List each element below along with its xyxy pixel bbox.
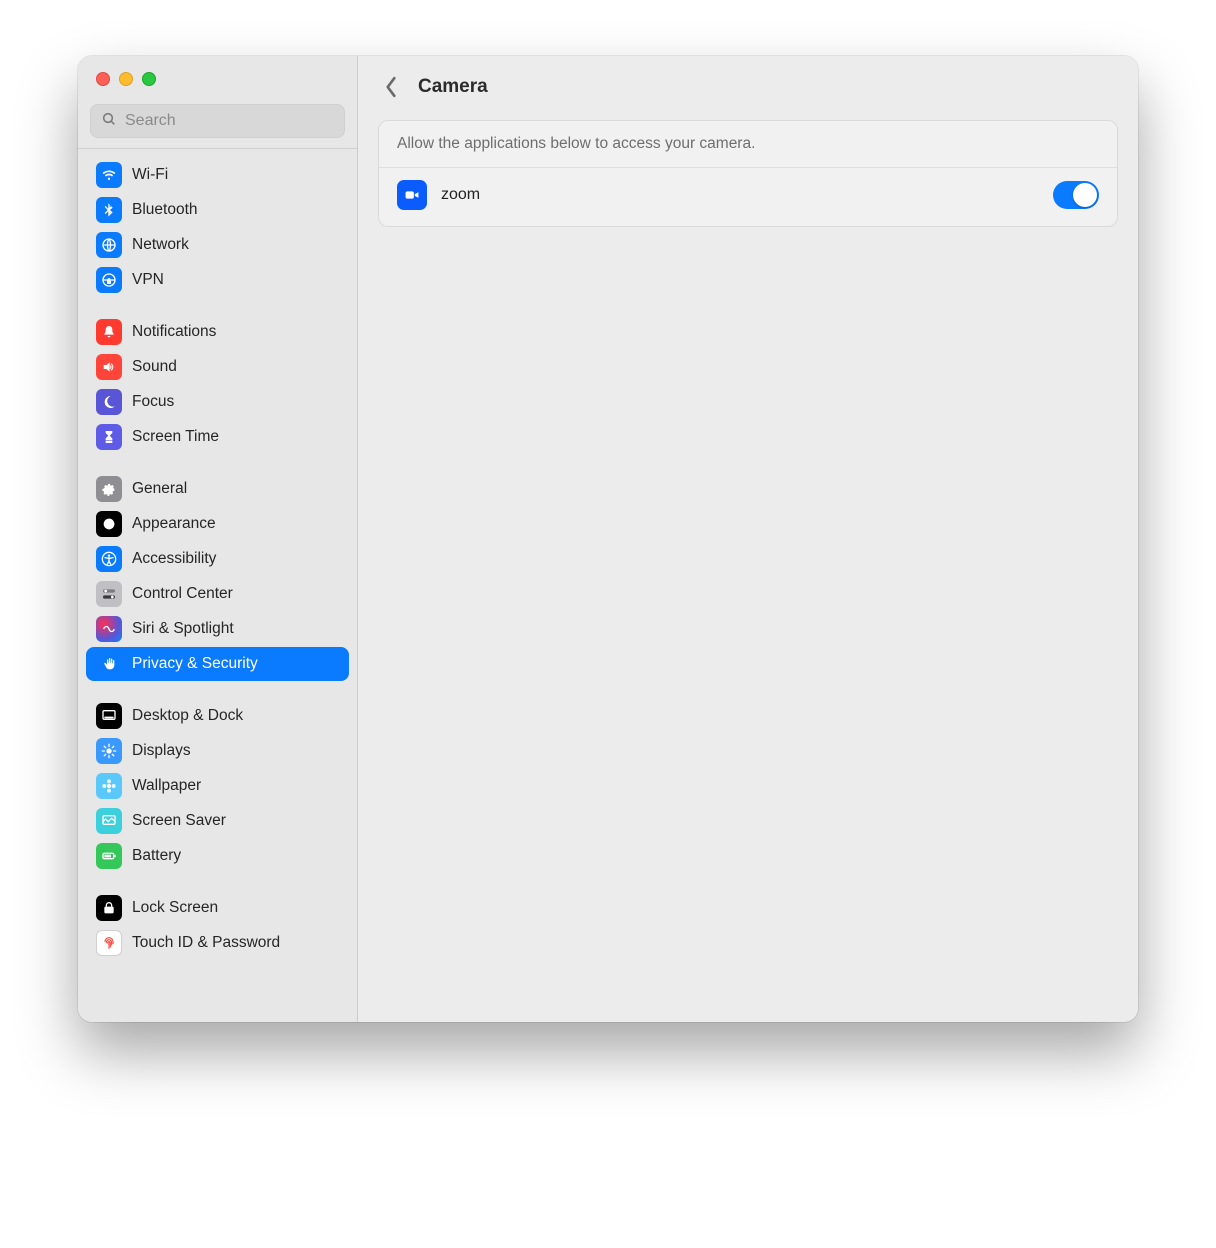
sidebar-item-label: Control Center <box>132 585 233 603</box>
zoom-icon <box>397 180 427 210</box>
appearance-icon <box>96 511 122 537</box>
window-controls <box>78 56 357 94</box>
sidebar-item-label: Screen Time <box>132 428 219 446</box>
sidebar-item-desktopdock[interactable]: Desktop & Dock <box>86 699 349 733</box>
back-button[interactable] <box>378 74 404 100</box>
sidebar-item-lockscreen[interactable]: Lock Screen <box>86 891 349 925</box>
wifi-icon <box>96 162 122 188</box>
sidebar-item-vpn[interactable]: VPN <box>86 263 349 297</box>
siri-icon <box>96 616 122 642</box>
sidebar-group: Desktop & Dock Displays Wallpaper Screen Sa… <box>78 692 357 884</box>
hand-icon <box>96 651 122 677</box>
sidebar-item-screensaver[interactable]: Screen Saver <box>86 804 349 838</box>
search-input[interactable] <box>125 112 334 130</box>
sidebar-item-appearance[interactable]: Appearance <box>86 507 349 541</box>
sidebar-item-battery[interactable]: Battery <box>86 839 349 873</box>
sidebar-item-privacy[interactable]: Privacy & Security <box>86 647 349 681</box>
sidebar-item-wallpaper[interactable]: Wallpaper <box>86 769 349 803</box>
flower-icon <box>96 773 122 799</box>
sidebar-item-label: VPN <box>132 271 164 289</box>
sidebar-nav: Wi-Fi Bluetooth Network VPN Notifications Sou… <box>78 148 357 1022</box>
moon-icon <box>96 389 122 415</box>
camera-permissions-panel: Allow the applications below to access y… <box>378 120 1118 227</box>
search-field[interactable] <box>90 104 345 138</box>
app-name-label: zoom <box>441 186 1039 204</box>
content-pane: Camera Allow the applications below to a… <box>358 56 1138 1022</box>
sidebar-item-screentime[interactable]: Screen Time <box>86 420 349 454</box>
sidebar-item-label: Wi-Fi <box>132 166 168 184</box>
sidebar-item-controlcenter[interactable]: Control Center <box>86 577 349 611</box>
bluetooth-icon <box>96 197 122 223</box>
bell-icon <box>96 319 122 345</box>
app-row-zoom: zoom <box>379 168 1117 226</box>
sidebar-item-label: Privacy & Security <box>132 655 258 673</box>
permission-toggle-zoom[interactable] <box>1053 181 1099 209</box>
accessibility-icon <box>96 546 122 572</box>
sidebar: Wi-Fi Bluetooth Network VPN Notifications Sou… <box>78 56 358 1022</box>
switches-icon <box>96 581 122 607</box>
zoom-window-button[interactable] <box>142 72 156 86</box>
sidebar-item-label: Wallpaper <box>132 777 201 795</box>
sidebar-item-label: Siri & Spotlight <box>132 620 234 638</box>
sidebar-item-label: Sound <box>132 358 177 376</box>
sidebar-item-bluetooth[interactable]: Bluetooth <box>86 193 349 227</box>
sidebar-item-siri[interactable]: Siri & Spotlight <box>86 612 349 646</box>
page-title: Camera <box>418 76 488 98</box>
sidebar-item-focus[interactable]: Focus <box>86 385 349 419</box>
sidebar-item-wifi[interactable]: Wi-Fi <box>86 158 349 192</box>
sidebar-item-network[interactable]: Network <box>86 228 349 262</box>
sidebar-item-label: Desktop & Dock <box>132 707 243 725</box>
sidebar-item-label: Screen Saver <box>132 812 226 830</box>
close-window-button[interactable] <box>96 72 110 86</box>
lock-icon <box>96 895 122 921</box>
sidebar-item-label: Focus <box>132 393 174 411</box>
sidebar-item-label: General <box>132 480 187 498</box>
dock-icon <box>96 703 122 729</box>
search-container <box>78 94 357 148</box>
system-settings-window: Wi-Fi Bluetooth Network VPN Notifications Sou… <box>78 56 1138 1022</box>
sidebar-item-label: Accessibility <box>132 550 216 568</box>
sidebar-item-label: Network <box>132 236 189 254</box>
sidebar-item-label: Appearance <box>132 515 216 533</box>
sidebar-item-label: Lock Screen <box>132 899 218 917</box>
hourglass-icon <box>96 424 122 450</box>
globe-icon <box>96 232 122 258</box>
sidebar-group: Notifications Sound Focus Screen Time <box>78 308 357 465</box>
sidebar-item-label: Displays <box>132 742 191 760</box>
sidebar-item-displays[interactable]: Displays <box>86 734 349 768</box>
battery-icon <box>96 843 122 869</box>
sidebar-item-label: Notifications <box>132 323 216 341</box>
sidebar-group: General Appearance Accessibility Control Ce… <box>78 465 357 692</box>
gear-icon <box>96 476 122 502</box>
speaker-icon <box>96 354 122 380</box>
sidebar-item-label: Bluetooth <box>132 201 198 219</box>
chevron-left-icon <box>384 76 398 98</box>
search-icon <box>101 111 117 132</box>
panel-description: Allow the applications below to access y… <box>379 121 1117 168</box>
sidebar-group: Lock Screen Touch ID & Password <box>78 884 357 971</box>
sidebar-item-label: Battery <box>132 847 181 865</box>
minimize-window-button[interactable] <box>119 72 133 86</box>
sidebar-item-general[interactable]: General <box>86 472 349 506</box>
sidebar-item-label: Touch ID & Password <box>132 934 280 952</box>
sidebar-item-sound[interactable]: Sound <box>86 350 349 384</box>
sidebar-item-notifications[interactable]: Notifications <box>86 315 349 349</box>
screensaver-icon <box>96 808 122 834</box>
fingerprint-icon <box>96 930 122 956</box>
vpn-globe-icon <box>96 267 122 293</box>
sun-icon <box>96 738 122 764</box>
sidebar-item-accessibility[interactable]: Accessibility <box>86 542 349 576</box>
sidebar-group: Wi-Fi Bluetooth Network VPN <box>78 151 357 308</box>
content-header: Camera <box>358 56 1138 110</box>
sidebar-item-touchid[interactable]: Touch ID & Password <box>86 926 349 960</box>
